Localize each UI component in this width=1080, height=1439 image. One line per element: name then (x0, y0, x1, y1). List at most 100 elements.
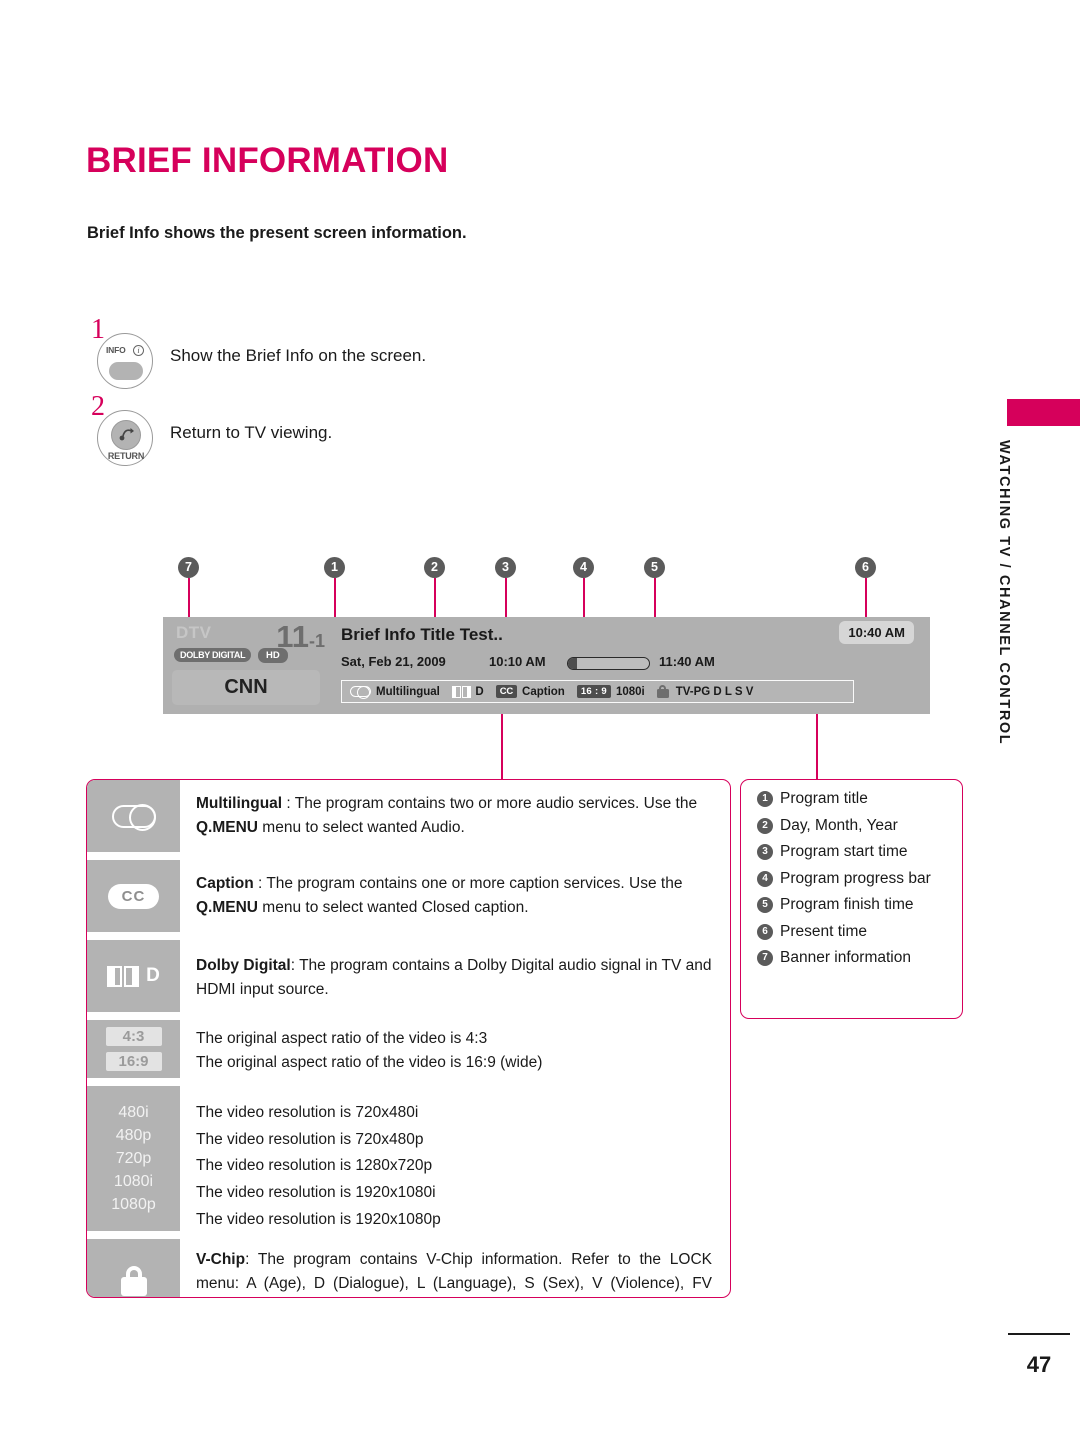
resolution-row-text: The video resolution is 1280x720p (196, 1157, 433, 1175)
callout-legend-box: 1 Program title 2 Day, Month, Year 3 Pro… (740, 779, 963, 1019)
list-item: 2 Day, Month, Year (757, 817, 962, 835)
info-button-label: INFO (106, 345, 126, 355)
return-button-label: RETURN (107, 451, 145, 461)
callout-marker-6: 6 (855, 557, 876, 578)
legend-text-aspect: The original aspect ratio of the video i… (180, 1020, 730, 1078)
footer-rule (1008, 1333, 1070, 1335)
callout-label-5: Program finish time (780, 896, 914, 913)
list-item: 4 Program progress bar (757, 870, 962, 888)
legend-row-caption: CC Caption : The program contains one or… (87, 860, 730, 932)
osd-channel-minor: -1 (308, 631, 325, 651)
osd-program-date: Sat, Feb 21, 2009 (341, 654, 446, 669)
resolution-row-text: The video resolution is 720x480i (196, 1104, 419, 1121)
osd-info-rating: TV-PG D L S V (656, 685, 753, 698)
osd-progress-fill (568, 658, 577, 669)
callout-bullet-4: 4 (757, 870, 773, 887)
callout-label-4: Program progress bar (780, 869, 931, 887)
osd-info-caption-label: Caption (522, 685, 565, 698)
list-item: 7 Banner information (757, 949, 962, 967)
callout-marker-7: 7 (178, 557, 199, 578)
callout-bullet-5: 5 (757, 897, 773, 913)
legend-term: Multilingual (196, 795, 283, 812)
step-2-text: Return to TV viewing. (170, 423, 333, 442)
osd-info-resolution: 16 : 9 1080i (576, 685, 645, 698)
aspect-ratio-icons: 4:3 16:9 (87, 1027, 180, 1071)
osd-program-title: Brief Info Title Test.. (341, 625, 503, 644)
legend-text-multilingual: Multilingual : The program contains two … (196, 795, 698, 836)
step-2: 2 RETURN Return to TV viewing. (88, 391, 508, 466)
callout-label-3: Program start time (780, 843, 908, 860)
info-circle-icon: i (133, 345, 144, 356)
resolution-720p-icon: 720p (115, 1149, 152, 1167)
osd-info-dolby-label: D (475, 685, 484, 698)
list-item: 1 Program title (757, 790, 962, 808)
return-button[interactable]: RETURN (97, 410, 153, 466)
resolution-1080i-icon: 1080i (113, 1172, 154, 1190)
numlist-leader-line (816, 714, 818, 781)
callout-marker-5: 5 (644, 557, 665, 578)
aspect-16-9-icon: 16 : 9 (576, 685, 611, 698)
osd-hd-badge: HD (258, 648, 288, 663)
dolby-digital-icon: D (107, 965, 160, 987)
osd-info-resolution-label: 1080i (615, 685, 645, 698)
lock-icon (120, 1266, 147, 1296)
list-item: 3 Program start time (757, 843, 962, 861)
legend-icon-cell (87, 780, 180, 852)
section-tab-marker (1007, 399, 1080, 426)
osd-info-strip: Multilingual D CC Caption 16 : 9 1080i T… (341, 680, 854, 703)
legend-row-dolby: D Dolby Digital: The program contains a … (87, 940, 730, 1012)
osd-present-time: 10:40 AM (839, 621, 914, 644)
osd-channel-block: DTV 11-1 DOLBY DIGITAL HD CNN (172, 619, 327, 707)
osd-program-start-time: 10:10 AM (489, 654, 546, 669)
page-number: 47 (1026, 1352, 1052, 1377)
osd-source-label: DTV (176, 623, 212, 642)
list-item: 5 Program finish time (757, 896, 962, 914)
dolby-digital-icon (451, 685, 472, 698)
section-tab-label: WATCHING TV / CHANNEL CONTROL (996, 440, 1012, 746)
callout-marker-2: 2 (424, 557, 445, 578)
legend-row-resolution: 480i 480p 720p 1080i 1080p The video res… (87, 1086, 730, 1231)
step-1: 1 INFO i Show the Brief Info on the scre… (88, 314, 508, 389)
step-1-text: Show the Brief Info on the screen. (170, 346, 427, 365)
osd-dolby-badge: DOLBY DIGITAL (174, 648, 252, 662)
resolution-icons: 480i 480p 720p 1080i 1080p (87, 1104, 180, 1214)
aspect-4-3-icon: 4:3 (105, 1027, 162, 1046)
legend-icon-cell (87, 1239, 180, 1297)
legend-term: V-Chip (196, 1251, 246, 1268)
osd-info-multilingual: Multilingual (350, 685, 440, 699)
osd-channel-name: CNN (172, 670, 320, 705)
page-title: BRIEF INFORMATION (86, 141, 449, 180)
aspect-row-text: The original aspect ratio of the video i… (196, 1030, 488, 1047)
page-subtitle: Brief Info shows the present screen info… (87, 224, 467, 242)
callout-bullet-2: 2 (757, 817, 773, 834)
closed-caption-icon: CC (107, 883, 160, 909)
resolution-row-text: The video resolution is 720x480p (196, 1130, 424, 1148)
legend-divider (87, 1012, 730, 1020)
lock-icon (656, 685, 669, 698)
legend-text-dolby: Dolby Digital: The program contains a Do… (196, 957, 712, 998)
osd-banner: DTV 11-1 DOLBY DIGITAL HD CNN Brief Info… (163, 617, 930, 714)
callout-bullet-6: 6 (757, 923, 773, 940)
legend-text-vchip: V-Chip: The program contains V-Chip info… (196, 1251, 712, 1292)
step-2-number: 2 (91, 391, 105, 422)
callout-marker-1: 1 (324, 557, 345, 578)
multilingual-icon (111, 804, 156, 832)
aspect-16-9-icon: 16:9 (105, 1052, 162, 1071)
callout-marker-4: 4 (573, 557, 594, 578)
legend-icon-cell: 480i 480p 720p 1080i 1080p (87, 1086, 180, 1231)
legend-row-aspect: 4:3 16:9 The original aspect ratio of th… (87, 1020, 730, 1078)
osd-program-end-time: 11:40 AM (659, 654, 715, 669)
list-item: 6 Present time (757, 923, 962, 941)
callout-label-6: Present time (780, 922, 868, 940)
legend-row-vchip: V-Chip: The program contains V-Chip info… (87, 1239, 730, 1297)
multilingual-icon (350, 685, 371, 699)
callout-marker-3: 3 (495, 557, 516, 578)
icon-legend-box: Multilingual : The program contains two … (86, 779, 731, 1298)
info-button[interactable]: INFO i (97, 333, 153, 389)
legend-icon-cell: D (87, 940, 180, 1012)
legend-term: Caption (196, 875, 254, 892)
legend-divider (87, 1078, 730, 1086)
resolution-row-text: The video resolution is 1920x1080p (196, 1210, 441, 1228)
resolution-row-text: The video resolution is 1920x1080i (196, 1183, 436, 1201)
callout-bullet-1: 1 (757, 791, 773, 807)
